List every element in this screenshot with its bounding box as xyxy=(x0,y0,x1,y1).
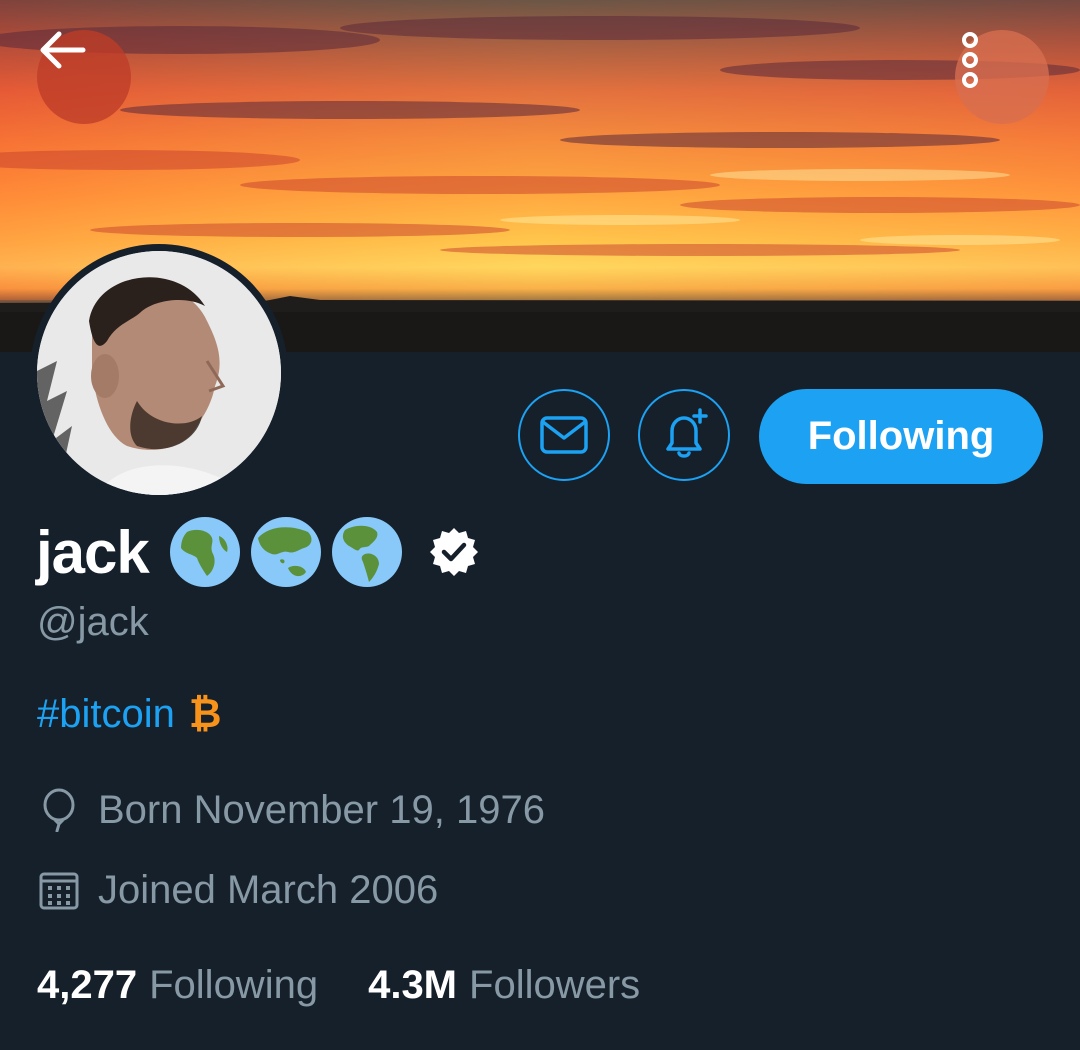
follow-stats: 4,277 Following 4.3M Followers xyxy=(37,955,640,1015)
following-label: Following xyxy=(149,962,319,1007)
following-count: 4,277 xyxy=(37,962,138,1007)
calendar-icon xyxy=(39,872,79,910)
vertical-dots-icon xyxy=(962,32,978,88)
birth-date: Born November 19, 1976 xyxy=(98,787,545,832)
following-button[interactable]: Following xyxy=(759,389,1043,484)
followers-stat[interactable]: 4.3M Followers xyxy=(368,963,640,1008)
notifications-button[interactable] xyxy=(638,389,730,481)
avatar-photo xyxy=(37,251,281,495)
more-options-button[interactable] xyxy=(955,30,1049,124)
following-stat[interactable]: 4,277 Following xyxy=(37,963,318,1008)
arrow-left-icon xyxy=(40,31,86,69)
message-button[interactable] xyxy=(518,389,610,481)
globe-asia-australia-icon xyxy=(250,517,321,587)
envelope-icon xyxy=(540,416,588,454)
name-row: jack xyxy=(36,512,480,592)
globe-americas-icon xyxy=(331,517,402,587)
avatar[interactable] xyxy=(30,244,288,502)
followers-count: 4.3M xyxy=(368,962,458,1007)
join-date: Joined March 2006 xyxy=(98,867,439,912)
verified-badge-icon xyxy=(429,528,478,576)
birthday-row: Born November 19, 1976 xyxy=(37,780,545,840)
back-button[interactable] xyxy=(37,30,131,124)
bitcoin-hashtag-link[interactable]: #bitcoin xyxy=(37,692,175,737)
bitcoin-symbol: ₿ xyxy=(188,692,222,736)
profile-photo-image xyxy=(37,251,281,495)
profile-page: Following jack @jack #bitcoin ₿ Born Nov… xyxy=(0,0,1080,1050)
globe-africa-europe-icon xyxy=(169,517,240,587)
username-handle: @jack xyxy=(37,600,149,644)
joined-row: Joined March 2006 xyxy=(37,860,438,920)
display-name: jack xyxy=(36,518,150,586)
bio: #bitcoin ₿ xyxy=(37,692,221,737)
followers-label: Followers xyxy=(469,962,641,1007)
balloon-icon xyxy=(43,788,75,832)
bell-plus-icon xyxy=(666,408,708,458)
